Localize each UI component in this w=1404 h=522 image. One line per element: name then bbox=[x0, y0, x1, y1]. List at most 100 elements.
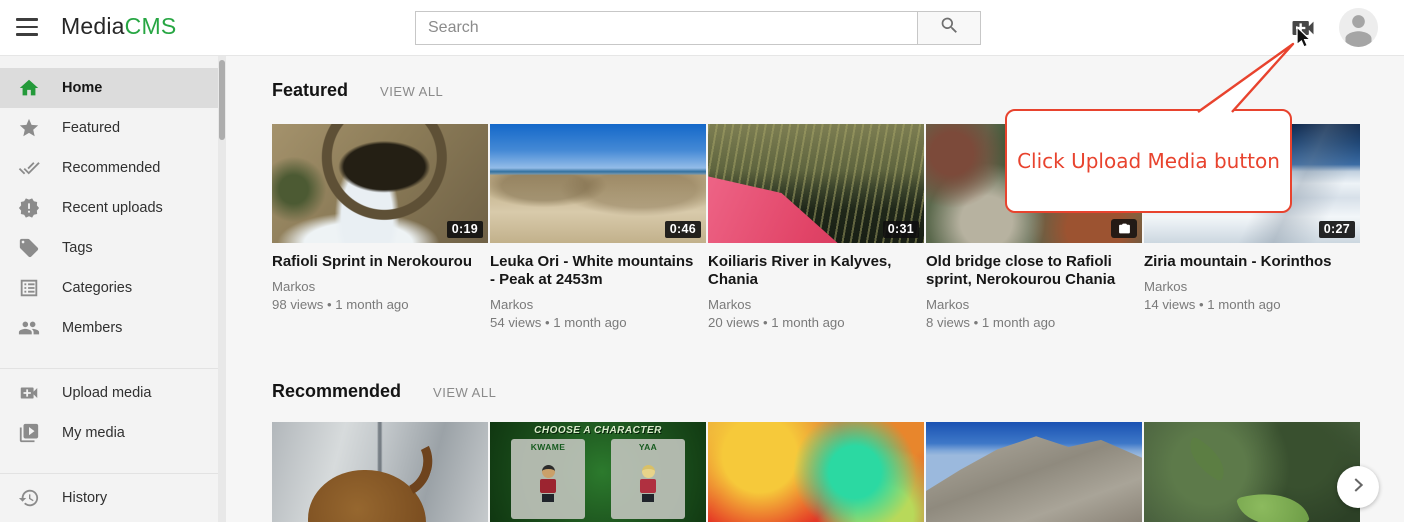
camera-icon bbox=[1111, 219, 1137, 238]
videocam-plus-icon bbox=[18, 382, 40, 404]
members-icon bbox=[18, 317, 40, 339]
sidebar-scrollbar[interactable] bbox=[218, 56, 226, 522]
sidebar-item-home[interactable]: Home bbox=[0, 68, 218, 108]
media-card[interactable] bbox=[1144, 422, 1360, 522]
media-title[interactable]: Old bridge close to Rafioli sprint, Nero… bbox=[926, 253, 1142, 289]
game-character-sprite bbox=[639, 465, 657, 502]
categories-icon bbox=[18, 277, 40, 299]
media-meta: 54 views • 1 month ago bbox=[490, 315, 706, 330]
media-meta: 98 views • 1 month ago bbox=[272, 297, 488, 312]
sidebar-item-label: History bbox=[62, 490, 107, 506]
media-author[interactable]: Markos bbox=[708, 297, 924, 312]
top-bar: MediaCMS bbox=[0, 0, 1404, 56]
magnifier-icon bbox=[939, 15, 960, 41]
media-thumbnail[interactable] bbox=[708, 422, 924, 522]
sidebar-divider bbox=[0, 473, 218, 474]
logo-text-media: Media bbox=[61, 13, 125, 39]
game-character-panel: KWAME bbox=[511, 439, 585, 519]
game-screen-title: CHOOSE A CHARACTER bbox=[490, 425, 706, 436]
recommended-row: CHOOSE A CHARACTERKWAMEYAASelectedSelect bbox=[272, 422, 1360, 522]
history-icon bbox=[18, 487, 40, 509]
annotation-callout: Click Upload Media button bbox=[1005, 109, 1292, 213]
media-card[interactable] bbox=[272, 422, 488, 522]
section-title-featured: Featured bbox=[272, 80, 348, 101]
media-thumbnail[interactable] bbox=[926, 422, 1142, 522]
search-input[interactable] bbox=[416, 12, 917, 44]
section-title-recommended: Recommended bbox=[272, 381, 401, 402]
view-all-link-recommended[interactable]: VIEW ALL bbox=[433, 385, 496, 400]
annotation-text: Click Upload Media button bbox=[1017, 149, 1280, 173]
media-meta: 20 views • 1 month ago bbox=[708, 315, 924, 330]
duration-badge: 0:46 bbox=[665, 221, 701, 238]
media-author[interactable]: Markos bbox=[272, 279, 488, 294]
sidebar-item-history[interactable]: History bbox=[0, 478, 218, 518]
duration-badge: 0:19 bbox=[447, 221, 483, 238]
sidebar-item-label: Featured bbox=[62, 120, 120, 136]
tag-icon bbox=[18, 237, 40, 259]
sidebar-item-featured[interactable]: Featured bbox=[0, 108, 218, 148]
sidebar-item-label: Members bbox=[62, 320, 122, 336]
sidebar-item-label: Tags bbox=[62, 240, 93, 256]
home-icon bbox=[18, 77, 40, 99]
media-author[interactable]: Markos bbox=[1144, 279, 1360, 294]
media-thumbnail[interactable]: 0:46 bbox=[490, 124, 706, 243]
star-icon bbox=[18, 117, 40, 139]
game-character-panel: YAA bbox=[611, 439, 685, 519]
media-meta: 14 views • 1 month ago bbox=[1144, 297, 1360, 312]
sidebar-item-categories[interactable]: Categories bbox=[0, 268, 218, 308]
featured-section-header: Featured VIEW ALL bbox=[272, 80, 443, 101]
search-bar bbox=[415, 11, 981, 45]
menu-icon[interactable] bbox=[16, 18, 40, 38]
duration-badge: 0:27 bbox=[1319, 221, 1355, 238]
media-thumbnail[interactable] bbox=[1144, 422, 1360, 522]
person-icon bbox=[1339, 34, 1378, 47]
media-card[interactable]: 0:19 Rafioli Sprint in Nerokourou Markos 98… bbox=[272, 124, 488, 330]
sidebar-item-recent-uploads[interactable]: Recent uploads bbox=[0, 188, 218, 228]
media-title[interactable]: Ziria mountain - Korinthos bbox=[1144, 253, 1360, 271]
media-card[interactable]: 0:31 Koiliaris River in Kalyves, Chania Ma… bbox=[708, 124, 924, 330]
media-card[interactable]: 0:46 Leuka Ori - White mountains - Peak a… bbox=[490, 124, 706, 330]
chevron-right-icon bbox=[1347, 474, 1369, 501]
game-character-name: YAA bbox=[611, 442, 685, 452]
sidebar-item-label: Upload media bbox=[62, 385, 151, 401]
media-thumbnail[interactable] bbox=[272, 422, 488, 522]
media-thumbnail[interactable]: CHOOSE A CHARACTERKWAMEYAASelectedSelect bbox=[490, 422, 706, 522]
media-title[interactable]: Rafioli Sprint in Nerokourou bbox=[272, 253, 488, 271]
media-author[interactable]: Markos bbox=[490, 297, 706, 312]
sidebar-item-label: Recommended bbox=[62, 160, 160, 176]
recommended-section-header: Recommended VIEW ALL bbox=[272, 381, 496, 402]
game-character-name: KWAME bbox=[511, 442, 585, 452]
duration-badge: 0:31 bbox=[883, 221, 919, 238]
media-card[interactable] bbox=[926, 422, 1142, 522]
search-button[interactable] bbox=[917, 12, 980, 44]
app-logo[interactable]: MediaCMS bbox=[61, 13, 176, 40]
video-library-icon bbox=[18, 422, 40, 444]
media-thumbnail[interactable]: 0:31 bbox=[708, 124, 924, 243]
media-card[interactable]: CHOOSE A CHARACTERKWAMEYAASelectedSelect bbox=[490, 422, 706, 522]
user-avatar[interactable] bbox=[1339, 8, 1378, 47]
scrollbar-thumb[interactable] bbox=[219, 60, 225, 140]
new-releases-icon bbox=[18, 197, 40, 219]
sidebar-item-label: Categories bbox=[62, 280, 132, 296]
sidebar-item-recommended[interactable]: Recommended bbox=[0, 148, 218, 188]
sidebar-item-upload-media[interactable]: Upload media bbox=[0, 373, 218, 413]
media-author[interactable]: Markos bbox=[926, 297, 1142, 312]
media-title[interactable]: Koiliaris River in Kalyves, Chania bbox=[708, 253, 924, 289]
sidebar-item-tags[interactable]: Tags bbox=[0, 228, 218, 268]
media-card[interactable] bbox=[708, 422, 924, 522]
media-thumbnail[interactable]: 0:19 bbox=[272, 124, 488, 243]
videocam-plus-icon bbox=[1289, 29, 1317, 46]
sidebar-item-members[interactable]: Members bbox=[0, 308, 218, 348]
sidebar-item-my-media[interactable]: My media bbox=[0, 413, 218, 453]
upload-media-button[interactable] bbox=[1289, 14, 1317, 42]
sidebar-divider bbox=[0, 368, 218, 369]
game-character-sprite bbox=[539, 465, 557, 502]
view-all-link-featured[interactable]: VIEW ALL bbox=[380, 84, 443, 99]
double-check-icon bbox=[18, 157, 40, 179]
media-title[interactable]: Leuka Ori - White mountains - Peak at 24… bbox=[490, 253, 706, 289]
sidebar-item-label: Home bbox=[62, 80, 102, 96]
sidebar: Home Featured Recommended Recent uploads Tag… bbox=[0, 56, 218, 522]
carousel-next-button[interactable] bbox=[1337, 466, 1379, 508]
media-meta: 8 views • 1 month ago bbox=[926, 315, 1142, 330]
logo-text-cms: CMS bbox=[125, 13, 177, 39]
